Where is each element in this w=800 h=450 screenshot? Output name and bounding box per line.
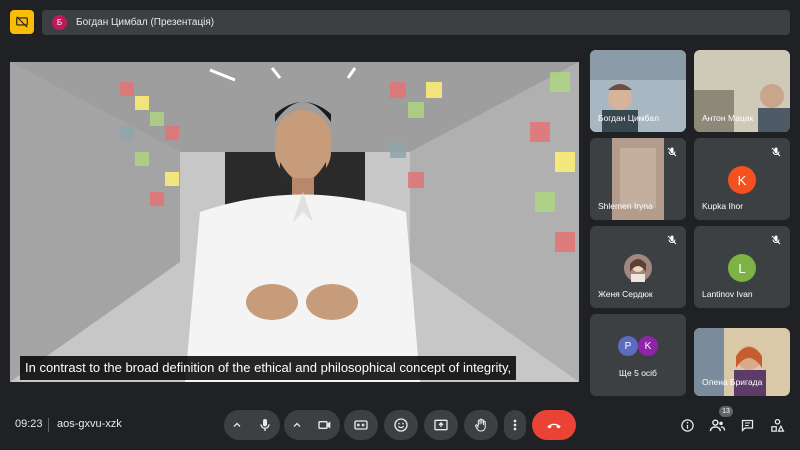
participant-tile-bohdan[interactable]: Богдан Цимбал (590, 50, 686, 132)
live-caption: In contrast to the broad definition of t… (20, 356, 517, 380)
participant-name: Богдан Цимбал (598, 113, 659, 123)
more-vert-icon (513, 419, 517, 431)
participant-tile-lantinov[interactable]: L Lantinov Ivan (694, 226, 790, 308)
participant-tile-anton[interactable]: Антон Мацак (694, 50, 790, 132)
mic-control-group (224, 410, 280, 440)
meeting-code: aos-gxvu-xzk (57, 418, 122, 430)
presentation-banner[interactable]: Б Богдан Цимбал (Презентація) (42, 10, 790, 35)
main-presentation-stage (10, 62, 579, 382)
presentation-video-frame (10, 62, 579, 382)
participant-name: Kupka Ihor (702, 201, 744, 211)
captions-button[interactable] (344, 410, 378, 440)
presenter-avatar: Б (52, 15, 67, 30)
footer-divider (48, 418, 49, 432)
participant-name: Антон Мацак (702, 113, 754, 123)
participant-avatar: L (728, 254, 756, 282)
raise-hand-button[interactable] (464, 410, 498, 440)
participant-tile-olena[interactable]: Олена Бригада (694, 328, 790, 396)
mic-off-icon (771, 147, 781, 157)
people-icon (709, 418, 725, 431)
participant-avatar: K (728, 166, 756, 194)
mic-off-icon (667, 147, 677, 157)
mic-off-icon (771, 235, 781, 245)
chevron-up-icon[interactable] (291, 419, 303, 431)
closed-captions-icon (354, 420, 368, 430)
participant-name: Женя Сердюк (598, 289, 653, 299)
camera-icon[interactable] (317, 417, 333, 433)
more-options-button[interactable] (504, 410, 526, 440)
chat-button[interactable] (738, 416, 756, 434)
microphone-icon[interactable] (257, 417, 273, 433)
present-screen-icon (434, 419, 448, 431)
participant-tile-zhenia[interactable]: Женя Сердюк (590, 226, 686, 308)
people-count-badge: 13 (719, 406, 733, 417)
participant-avatar: K (638, 336, 658, 356)
meeting-details-button[interactable] (678, 416, 696, 434)
emoji-reaction-button[interactable] (384, 410, 418, 440)
info-icon (680, 418, 694, 432)
participant-tile-kupka[interactable]: K Kupka Ihor (694, 138, 790, 220)
participant-name: Олена Бригада (702, 377, 763, 387)
present-toggle-button[interactable] (10, 10, 34, 34)
presentation-off-icon (16, 16, 28, 28)
participant-photo-avatar (624, 254, 652, 282)
meeting-time: 09:23 (15, 418, 43, 430)
chevron-up-icon[interactable] (231, 419, 243, 431)
participant-avatar: P (618, 336, 638, 356)
activities-button[interactable] (768, 416, 786, 434)
camera-control-group (284, 410, 340, 440)
leave-call-button[interactable] (532, 410, 576, 440)
more-participants-tile[interactable]: P K Ще 5 осіб (590, 314, 686, 396)
emoji-icon (394, 418, 408, 432)
mic-off-icon (667, 235, 677, 245)
presentation-title: Богдан Цимбал (Презентація) (76, 17, 215, 28)
present-screen-button[interactable] (424, 410, 458, 440)
participant-tile-shlemen[interactable]: Shlemen Iryna (590, 138, 686, 220)
activities-icon (770, 418, 784, 432)
end-call-icon (547, 423, 561, 429)
chat-icon (741, 419, 753, 432)
people-button[interactable] (708, 416, 726, 434)
hand-icon (475, 418, 486, 432)
participant-name: Lantinov Ivan (702, 289, 753, 299)
participant-name: Shlemen Iryna (598, 201, 653, 211)
more-participants-label: Ще 5 осіб (619, 368, 657, 378)
